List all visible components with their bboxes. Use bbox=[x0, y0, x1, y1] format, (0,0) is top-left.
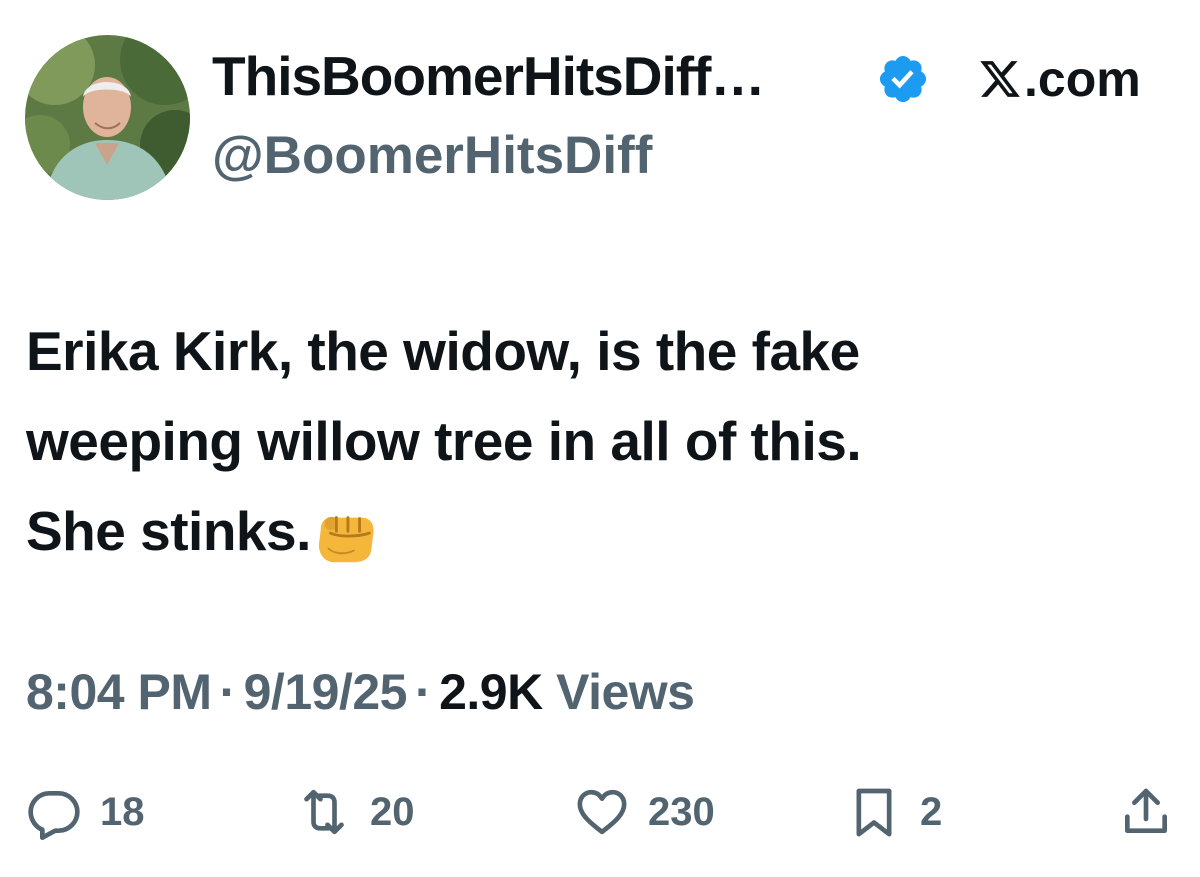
tweet-line-text: She stinks. bbox=[26, 500, 311, 562]
tweet-line: Erika Kirk, the widow, is the fake bbox=[26, 320, 860, 382]
repost-icon bbox=[304, 789, 344, 835]
repost-count: 20 bbox=[370, 789, 415, 834]
bookmark-button[interactable]: 2 bbox=[846, 782, 942, 842]
tweet-date[interactable]: 9/19/25 bbox=[244, 664, 408, 720]
like-count: 230 bbox=[648, 789, 715, 834]
share-button[interactable] bbox=[1118, 782, 1174, 842]
tweet-line-last: She stinks. bbox=[26, 486, 1176, 576]
views-label: Views bbox=[556, 664, 695, 720]
handle[interactable]: @BoomerHitsDiff bbox=[212, 124, 652, 188]
x-logo-icon bbox=[980, 61, 1020, 97]
views-count: 2.9K bbox=[439, 664, 543, 720]
site-label: .com bbox=[1024, 51, 1141, 107]
avatar[interactable] bbox=[25, 35, 190, 200]
profile-photo bbox=[25, 35, 190, 200]
meta-separator: · bbox=[414, 664, 432, 720]
heart-icon bbox=[577, 789, 627, 835]
repost-button[interactable]: 20 bbox=[296, 782, 415, 842]
bookmark-count: 2 bbox=[920, 789, 943, 834]
tweet-line: weeping willow tree in all of this. bbox=[26, 410, 862, 472]
oncoming-fist-icon bbox=[315, 501, 377, 563]
reply-count: 18 bbox=[100, 789, 145, 834]
tweet-time[interactable]: 8:04 PM bbox=[26, 664, 212, 720]
like-button[interactable]: 230 bbox=[574, 782, 715, 842]
display-name[interactable]: ThisBoomerHitsDiff… bbox=[212, 44, 765, 108]
reply-button[interactable]: 18 bbox=[26, 782, 145, 842]
share-icon bbox=[1125, 788, 1167, 833]
bookmark-icon bbox=[856, 788, 892, 837]
tweet-meta: 8:04 PM · 9/19/25 · 2.9K Views bbox=[26, 660, 695, 724]
reply-icon bbox=[28, 791, 80, 840]
verified-badge-icon bbox=[876, 52, 930, 106]
action-bar: 18 20 230 2 bbox=[0, 782, 1200, 842]
meta-separator: · bbox=[219, 664, 236, 720]
x-com-branding: .com bbox=[978, 48, 1141, 110]
tweet-text: Erika Kirk, the widow, is the fake weepi… bbox=[26, 306, 1176, 576]
